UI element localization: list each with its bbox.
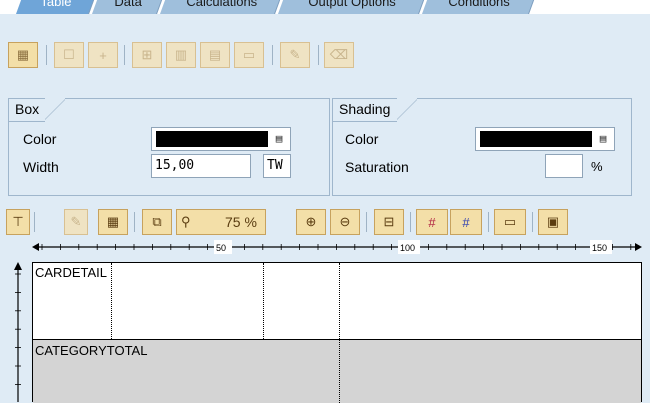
shading-title: Shading <box>339 101 391 117</box>
zoom-out-icon: ⊖ <box>339 214 351 229</box>
saturation-unit: % <box>591 159 603 174</box>
layout-icon: ⊟ <box>383 214 395 229</box>
box-group: Box Color ▤ Width 15,00 TW <box>8 98 330 196</box>
vertical-ruler <box>14 262 22 402</box>
grid-blue-icon: # <box>462 214 470 230</box>
tab-data[interactable]: Data <box>91 0 166 14</box>
separator <box>34 212 35 232</box>
ruler-label-50: 50 <box>216 243 226 253</box>
cell-frame-icon: ☐ <box>63 47 75 62</box>
pencil-button[interactable]: ✎ <box>64 209 88 235</box>
delete-column-button[interactable]: ▭ <box>234 42 264 68</box>
separator <box>410 212 411 232</box>
grid-settings-button[interactable]: # <box>450 209 482 235</box>
ruler-label-100: 100 <box>400 243 415 253</box>
dropdown-icon[interactable]: ▤ <box>596 132 610 146</box>
properties-icon: ▣ <box>546 214 560 229</box>
merge-icon: ▥ <box>174 47 188 62</box>
split-cell-button[interactable]: ⊞ <box>132 42 162 68</box>
horizontal-ruler: 50 100 150 <box>32 240 642 254</box>
zoom-select[interactable]: ⚲ 75 % <box>176 209 266 235</box>
separator <box>134 212 135 232</box>
box-width-label: Width <box>23 159 59 175</box>
box-width-unit[interactable]: TW <box>263 154 291 178</box>
table-grid-button[interactable]: ▦ <box>98 209 128 235</box>
table-icon: ▦ <box>16 47 30 62</box>
shading-group: Shading Color ▤ Saturation % <box>332 98 632 196</box>
separator <box>124 45 125 65</box>
insert-line-button[interactable]: ☐ <box>54 42 84 68</box>
tab-table[interactable]: Table <box>15 0 98 14</box>
pin-icon: ⊤ <box>12 214 24 229</box>
column-divider <box>111 263 112 339</box>
box-color-field[interactable]: ▤ <box>151 127 291 151</box>
split-icon: ⊞ <box>141 47 153 62</box>
separator <box>46 45 47 65</box>
table-icon: ▦ <box>106 214 120 229</box>
ruler-button[interactable]: ▭ <box>494 209 526 235</box>
separator <box>272 45 273 65</box>
saturation-label: Saturation <box>345 159 409 175</box>
zoom-in-button[interactable]: ⊕ <box>296 209 326 235</box>
copy-icon: ⧉ <box>152 214 162 229</box>
copy-layout-button[interactable]: ⧉ <box>142 209 172 235</box>
box-color-label: Color <box>23 131 57 147</box>
tab-conditions[interactable]: Conditions <box>421 0 538 14</box>
dropdown-icon[interactable]: ▤ <box>272 132 286 146</box>
box-title: Box <box>15 101 40 117</box>
zoom-icon: ⚲ <box>181 214 191 229</box>
separator <box>318 45 319 65</box>
separator <box>488 212 489 232</box>
plus-grid-icon: + <box>99 47 107 63</box>
row-icon: ▭ <box>242 47 256 62</box>
shading-group-header: Shading <box>333 99 397 122</box>
table-format-button[interactable]: ▦ <box>8 42 38 68</box>
layout-button[interactable]: ⊟ <box>374 209 404 235</box>
saturation-input[interactable] <box>545 154 583 178</box>
separator <box>532 212 533 232</box>
merge-cell-button[interactable]: ▥ <box>166 42 196 68</box>
pin-button[interactable]: ⊤ <box>6 209 30 235</box>
painter-icon: ✎ <box>289 47 301 62</box>
ruler-label-150: 150 <box>592 243 607 253</box>
column-icon: ▤ <box>208 47 222 62</box>
row-label-cardetail[interactable]: CARDETAIL <box>35 265 107 280</box>
insert-cell-button[interactable]: + <box>88 42 118 68</box>
ruler-icon: ▭ <box>503 214 517 229</box>
group-tab-edge <box>45 98 65 121</box>
row-divider <box>33 339 641 340</box>
box-width-input[interactable]: 15,00 <box>151 154 251 178</box>
eraser-button[interactable]: ⌫ <box>324 42 354 68</box>
tab-bar: Table Data Calculations Output Options C… <box>0 0 650 14</box>
separator <box>366 212 367 232</box>
pencil-icon: ✎ <box>70 214 82 229</box>
properties-button[interactable]: ▣ <box>538 209 568 235</box>
table-canvas[interactable]: CARDETAIL CATEGORYTOTAL <box>32 262 642 403</box>
zoom-in-icon: ⊕ <box>305 214 317 229</box>
grid-toggle-button[interactable]: # <box>416 209 448 235</box>
group-tab-edge <box>397 98 417 121</box>
zoom-value: 75 % <box>225 214 257 230</box>
tab-output-options[interactable]: Output Options <box>277 0 428 14</box>
column-divider <box>339 263 340 403</box>
row-label-categorytotal[interactable]: CATEGORYTOTAL <box>35 343 147 358</box>
shading-color-field[interactable]: ▤ <box>475 127 615 151</box>
shading-color-label: Color <box>345 131 379 147</box>
zoom-out-button[interactable]: ⊖ <box>330 209 360 235</box>
insert-column-button[interactable]: ▤ <box>200 42 230 68</box>
tab-calculations[interactable]: Calculations <box>159 0 284 14</box>
table-painter-button[interactable]: ✎ <box>280 42 310 68</box>
box-group-header: Box <box>9 99 45 122</box>
column-divider <box>263 263 264 339</box>
eraser-icon: ⌫ <box>329 47 349 62</box>
box-color-swatch <box>156 131 268 147</box>
grid-icon: # <box>428 214 436 230</box>
shading-color-swatch <box>480 131 592 147</box>
